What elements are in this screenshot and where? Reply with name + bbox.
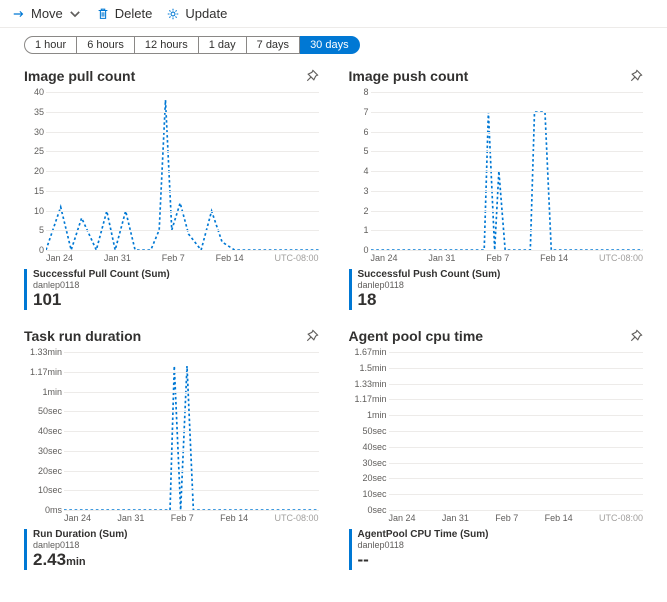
- card-title: Image push count: [349, 68, 469, 84]
- delete-button[interactable]: Delete: [96, 6, 153, 21]
- update-button[interactable]: Update: [166, 6, 227, 21]
- metric-value: 2.43: [33, 550, 66, 569]
- move-button[interactable]: Move: [12, 6, 82, 21]
- metric-value: 101: [33, 290, 61, 309]
- x-axis: Jan 24Jan 31Feb 7Feb 14UTC-08:00: [46, 253, 319, 263]
- chart-push: 876543210: [371, 92, 644, 250]
- chart-pull: 4035302520151050: [46, 92, 319, 250]
- pin-icon[interactable]: [304, 329, 319, 344]
- x-axis: Jan 24Jan 31Feb 7Feb 14UTC-08:00: [389, 513, 644, 523]
- update-label: Update: [185, 6, 227, 21]
- delete-label: Delete: [115, 6, 153, 21]
- time-range-12-hours[interactable]: 12 hours: [135, 36, 199, 54]
- card-title: Image pull count: [24, 68, 135, 84]
- time-range-7-days[interactable]: 7 days: [247, 36, 300, 54]
- move-label: Move: [31, 6, 63, 21]
- legend: Successful Push Count (Sum) danlep0118 1…: [349, 269, 644, 310]
- card-title: Agent pool cpu time: [349, 328, 484, 344]
- pin-icon[interactable]: [628, 329, 643, 344]
- gear-icon: [166, 7, 180, 21]
- metric-value: 18: [358, 290, 377, 309]
- legend: Successful Pull Count (Sum) danlep0118 1…: [24, 269, 319, 310]
- card-agent-pool-cpu-time: Agent pool cpu time 1.67min1.5min1.33min…: [349, 328, 644, 570]
- pin-icon[interactable]: [628, 69, 643, 84]
- card-title: Task run duration: [24, 328, 141, 344]
- chevron-down-icon: [68, 7, 82, 21]
- metric-value: --: [358, 550, 369, 569]
- legend: Run Duration (Sum) danlep0118 2.43min: [24, 529, 319, 570]
- x-axis: Jan 24Jan 31Feb 7Feb 14UTC-08:00: [64, 513, 319, 523]
- chart-task: 1.33min1.17min1min50sec40sec30sec20sec10…: [64, 352, 319, 510]
- card-image-push-count: Image push count 876543210 Jan 24Jan 31F…: [349, 68, 644, 310]
- move-icon: [12, 7, 26, 21]
- x-axis: Jan 24Jan 31Feb 7Feb 14UTC-08:00: [371, 253, 644, 263]
- card-image-pull-count: Image pull count 4035302520151050 Jan 24…: [24, 68, 319, 310]
- delete-icon: [96, 7, 110, 21]
- pin-icon[interactable]: [304, 69, 319, 84]
- time-range-6-hours[interactable]: 6 hours: [77, 36, 135, 54]
- time-range-1-day[interactable]: 1 day: [199, 36, 247, 54]
- time-range-30-days[interactable]: 30 days: [300, 36, 360, 54]
- time-range-1-hour[interactable]: 1 hour: [24, 36, 77, 54]
- time-range-selector: 1 hour6 hours12 hours1 day7 days30 days: [0, 28, 667, 68]
- legend: AgentPool CPU Time (Sum) danlep0118 --: [349, 529, 644, 570]
- chart-agent: 1.67min1.5min1.33min1.17min1min50sec40se…: [389, 352, 644, 510]
- card-task-run-duration: Task run duration 1.33min1.17min1min50se…: [24, 328, 319, 570]
